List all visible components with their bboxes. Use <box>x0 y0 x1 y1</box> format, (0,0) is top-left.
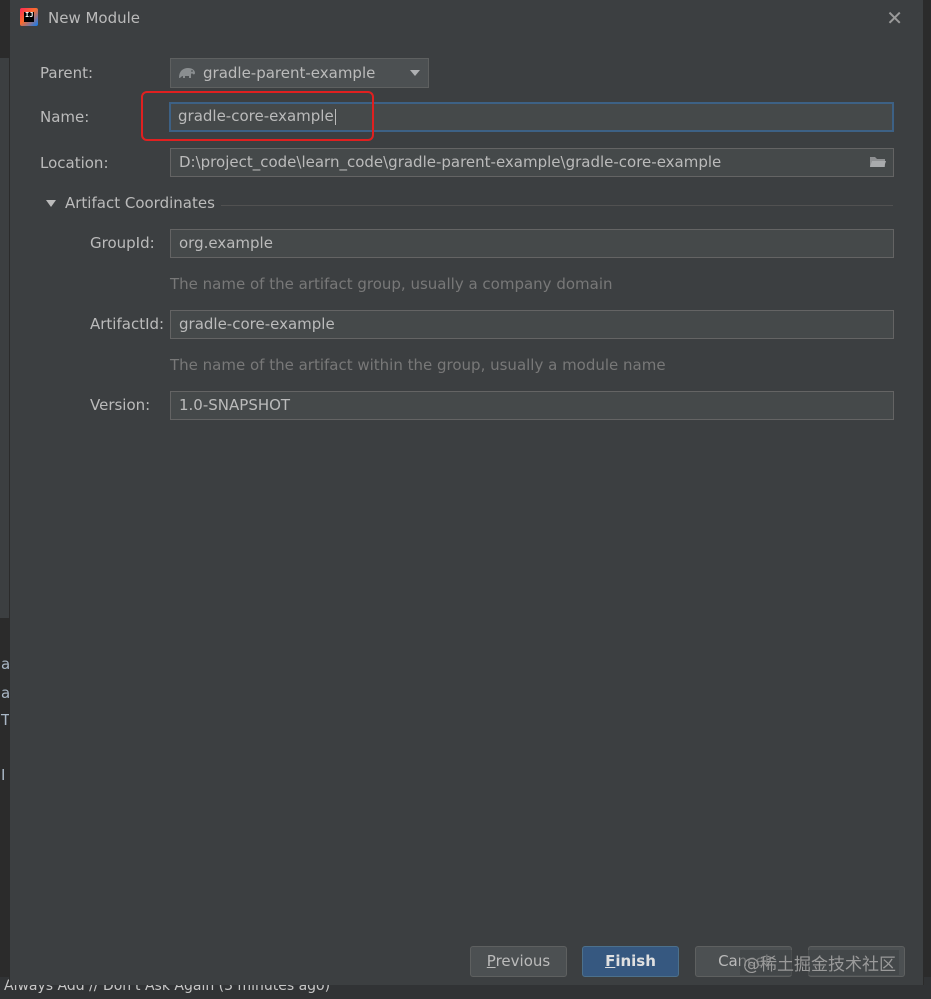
version-value: 1.0-SNAPSHOT <box>179 396 291 414</box>
section-divider <box>221 205 893 206</box>
finish-label: inish <box>615 952 656 970</box>
dialog-titlebar: IJ New Module ✕ <box>10 0 923 38</box>
groupid-input[interactable]: org.example <box>170 229 894 258</box>
location-label: Location: <box>40 154 109 172</box>
version-input[interactable]: 1.0-SNAPSHOT <box>170 391 894 420</box>
previous-mnemonic: P <box>486 952 496 970</box>
location-value: D:\project_code\learn_code\gradle-parent… <box>179 153 722 171</box>
version-label: Version: <box>90 396 151 414</box>
location-input[interactable]: D:\project_code\learn_code\gradle-parent… <box>170 148 894 177</box>
previous-label: revious <box>495 952 551 970</box>
artifactid-hint: The name of the artifact within the grou… <box>170 356 666 374</box>
close-icon[interactable]: ✕ <box>886 6 903 30</box>
dialog-title: New Module <box>48 9 141 27</box>
chevron-down-icon <box>410 70 420 76</box>
groupid-hint: The name of the artifact group, usually … <box>170 275 613 293</box>
previous-button[interactable]: Previous <box>470 946 567 977</box>
groupid-label: GroupId: <box>90 234 155 252</box>
collapse-triangle-icon[interactable] <box>46 200 56 207</box>
name-input[interactable]: gradle-core-example <box>169 102 894 132</box>
parent-value: gradle-parent-example <box>203 64 376 82</box>
name-label: Name: <box>40 108 90 126</box>
new-module-dialog: IJ New Module ✕ Parent: gradle-parent-ex… <box>9 0 924 985</box>
finish-button[interactable]: Finish <box>582 946 679 977</box>
text-cursor <box>334 108 336 125</box>
site-watermark: @稀土掘金技术社区 <box>740 950 899 975</box>
parent-select[interactable]: gradle-parent-example <box>170 58 429 88</box>
artifactid-value: gradle-core-example <box>179 315 335 333</box>
groupid-value: org.example <box>179 234 273 252</box>
folder-icon[interactable] <box>869 155 887 169</box>
gradle-elephant-icon <box>179 68 195 78</box>
intellij-app-icon: IJ <box>20 8 38 26</box>
artifactid-input[interactable]: gradle-core-example <box>170 310 894 339</box>
finish-mnemonic: F <box>605 952 616 970</box>
bg-char: I <box>1 766 6 784</box>
artifact-coordinates-title[interactable]: Artifact Coordinates <box>65 194 215 212</box>
artifactid-label: ArtifactId: <box>90 315 165 333</box>
parent-label: Parent: <box>40 64 94 82</box>
name-value: gradle-core-example <box>178 107 334 125</box>
